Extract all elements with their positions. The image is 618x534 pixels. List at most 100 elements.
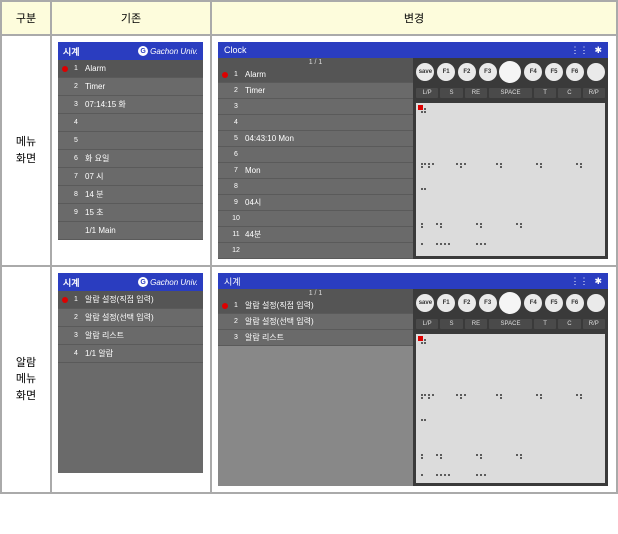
braille-dot [520, 454, 522, 456]
selection-dot-icon [222, 303, 228, 309]
list-item[interactable]: 2 알람 설정(선택 입력) [58, 309, 203, 327]
f-key-f2[interactable]: F2 [458, 294, 476, 312]
key-re[interactable]: RE [465, 88, 487, 98]
item-label: 15 초 [85, 207, 103, 218]
f-key-f6[interactable]: F6 [566, 294, 584, 312]
braille-dot [424, 394, 426, 396]
list-item[interactable]: 1144분 [218, 227, 413, 243]
braille-dot [500, 163, 502, 165]
menu-list: 1Alarm2Timer307:14:15 화 4 56화 요일707 시814 분… [58, 60, 203, 240]
key-s[interactable]: S [440, 88, 462, 98]
list-item[interactable]: 41/1 알람 [58, 345, 203, 363]
list-item[interactable]: 8 [218, 179, 413, 195]
f-key-f3[interactable]: F3 [479, 294, 497, 312]
item-number: 8 [231, 183, 241, 190]
list-item[interactable]: 6화 요일 [58, 150, 203, 168]
list-item[interactable]: 1Alarm [218, 67, 413, 83]
list-item[interactable]: 4 [218, 115, 413, 131]
list-item[interactable]: 5 [58, 132, 203, 150]
braille-dot [421, 188, 423, 190]
status-icons: ⋮⋮ ✱ [570, 276, 602, 287]
item-label: 알람 설정(직접 입력) [245, 300, 314, 311]
list-item[interactable]: 4 [58, 114, 203, 132]
list-item[interactable]: 3알람 리스트 [58, 327, 203, 345]
next-button[interactable] [587, 294, 605, 312]
braille-display [416, 103, 605, 256]
list-item[interactable]: 2Timer [218, 83, 413, 99]
center-button[interactable] [499, 61, 521, 83]
key-re[interactable]: RE [465, 319, 487, 329]
f-key-f6[interactable]: F6 [566, 63, 584, 81]
function-key-row: saveF1F2F3 F4F5F6 [413, 58, 608, 86]
key-s[interactable]: S [440, 319, 462, 329]
item-number: 4 [71, 350, 81, 357]
key-t[interactable]: T [534, 319, 556, 329]
key-l-p[interactable]: L/P [416, 319, 438, 329]
center-button[interactable] [499, 292, 521, 314]
list-item[interactable]: 3알람 리스트 [218, 330, 413, 346]
list-item[interactable]: 915 초 [58, 204, 203, 222]
key-t[interactable]: T [534, 88, 556, 98]
item-number: 6 [71, 155, 81, 162]
item-number: 4 [71, 119, 81, 126]
list-item[interactable]: 3 [218, 99, 413, 115]
list-item[interactable]: 307:14:15 화 [58, 96, 203, 114]
f-key-f3[interactable]: F3 [479, 63, 497, 81]
list-item[interactable]: 1알람 설정(직접 입력) [58, 291, 203, 309]
f-key-f1[interactable]: F1 [437, 63, 455, 81]
item-number: 2 [71, 314, 81, 321]
bluetooth-icon: ✱ [594, 276, 602, 287]
list-item[interactable]: 6 [218, 147, 413, 163]
list-item[interactable]: 504:43:10 Mon [218, 131, 413, 147]
braille-dot [516, 223, 518, 225]
f-key-f4[interactable]: F4 [524, 63, 542, 81]
item-number: 8 [71, 191, 81, 198]
braille-dot [421, 419, 423, 421]
item-number: 2 [71, 83, 81, 90]
list-item[interactable]: 2알람 설정(선택 입력) [218, 314, 413, 330]
braille-dot [440, 226, 442, 228]
braille-dot [540, 394, 542, 396]
braille-dot [500, 166, 502, 168]
braille-dot [424, 419, 426, 421]
list-item[interactable]: 10 [218, 211, 413, 227]
f-key-f1[interactable]: F1 [437, 294, 455, 312]
key-c[interactable]: C [558, 319, 580, 329]
f-key-f5[interactable]: F5 [545, 294, 563, 312]
braille-dot [476, 454, 478, 456]
item-number: 3 [231, 103, 241, 110]
list-item[interactable]: 12 [218, 243, 413, 259]
key-space[interactable]: SPACE [489, 88, 532, 98]
next-button[interactable] [587, 63, 605, 81]
key-space[interactable]: SPACE [489, 319, 532, 329]
braille-dot [424, 163, 426, 165]
save-button[interactable]: save [416, 63, 434, 81]
f-key-f2[interactable]: F2 [458, 63, 476, 81]
table-row: 알람 메뉴 화면 시계 Gachon Univ. 1알람 설정(직접 입력)2알… [1, 266, 617, 493]
save-button[interactable]: save [416, 294, 434, 312]
braille-dot [540, 163, 542, 165]
item-label: 07:14:15 화 [85, 99, 126, 110]
item-number: 5 [231, 135, 241, 142]
selection-dot-icon [62, 66, 68, 72]
braille-dot [580, 394, 582, 396]
braille-dot [428, 163, 430, 165]
list-item[interactable]: 1/1 Main [58, 222, 203, 240]
empty-area [58, 363, 203, 473]
cursor-marker-icon [418, 105, 423, 110]
comparison-table: 구분 기존 변경 메뉴 화면 시계 Gachon Univ. 1Alarm2Ti… [0, 0, 618, 494]
f-key-f5[interactable]: F5 [545, 63, 563, 81]
key-l-p[interactable]: L/P [416, 88, 438, 98]
list-item[interactable]: 2Timer [58, 78, 203, 96]
list-item[interactable]: 814 분 [58, 186, 203, 204]
key-c[interactable]: C [558, 88, 580, 98]
f-key-f4[interactable]: F4 [524, 294, 542, 312]
list-item[interactable]: 904시 [218, 195, 413, 211]
item-label: 알람 설정(선택 입력) [85, 312, 154, 323]
list-item[interactable]: 707 시 [58, 168, 203, 186]
list-item[interactable]: 1알람 설정(직접 입력) [218, 298, 413, 314]
key-r-p[interactable]: R/P [583, 88, 605, 98]
list-item[interactable]: 1Alarm [58, 60, 203, 78]
key-r-p[interactable]: R/P [583, 319, 605, 329]
list-item[interactable]: 7Mon [218, 163, 413, 179]
